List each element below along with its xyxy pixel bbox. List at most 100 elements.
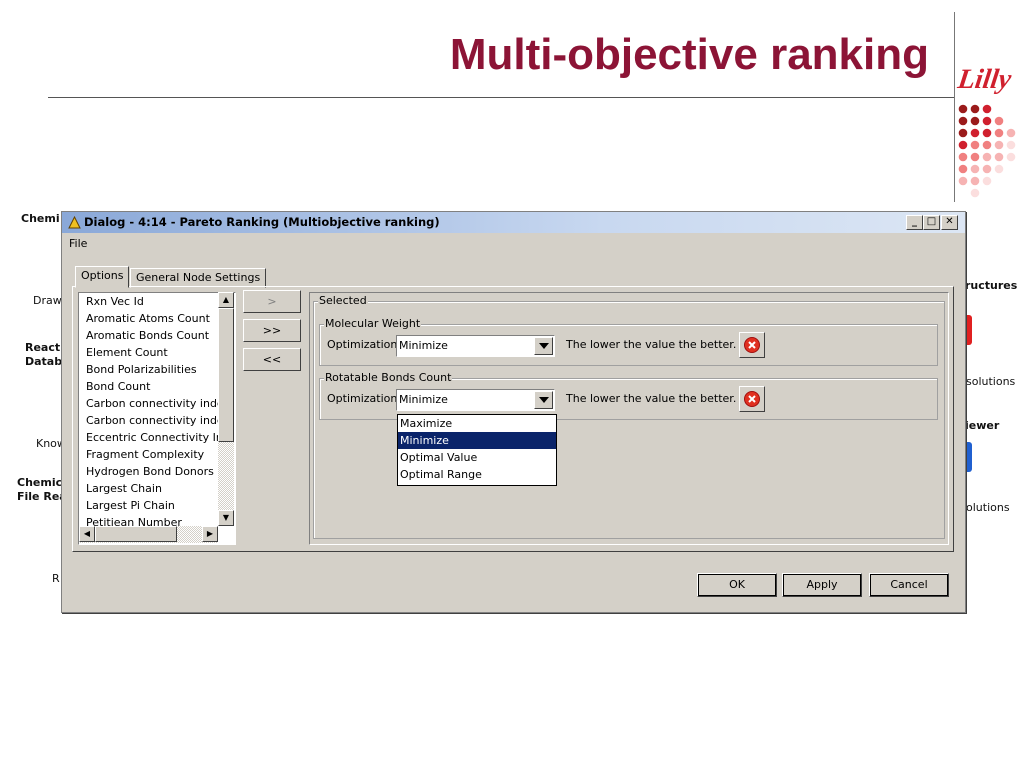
optimization-label: Optimization (327, 392, 398, 405)
list-item[interactable]: Hydrogen Bond Donors (86, 463, 214, 480)
close-button[interactable]: ✕ (941, 215, 958, 230)
logo-dot (970, 152, 980, 162)
optimization-hint: The lower the value the better. (566, 392, 737, 405)
objective-name: Molecular Weight (324, 317, 422, 330)
list-item[interactable]: Element Count (86, 344, 168, 361)
vertical-divider (954, 12, 955, 202)
logo-dot (994, 116, 1004, 126)
minimize-button[interactable]: _ (906, 215, 923, 230)
list-item[interactable]: Bond Polarizabilities (86, 361, 197, 378)
selected-label: Selected (318, 294, 368, 307)
tab-options[interactable]: Options (75, 266, 130, 288)
list-item[interactable]: Carbon connectivity index (86, 412, 230, 429)
remove-objective-button[interactable] (739, 386, 765, 412)
tab-general-node-settings[interactable]: General Node Settings (130, 268, 267, 288)
objective-molecular-weight: Molecular Weight Optimization Minimize T… (319, 317, 938, 366)
logo-dot (958, 152, 968, 162)
logo-dot (1006, 152, 1016, 162)
add-button[interactable]: > (243, 290, 301, 313)
logo-dot (994, 164, 1004, 174)
logo-dot (958, 176, 968, 186)
scroll-right-icon[interactable]: ▶ (202, 526, 218, 542)
maximize-button[interactable]: □ (923, 215, 940, 230)
optimization-dropdown-list[interactable]: Maximize Minimize Optimal Value Optimal … (397, 414, 557, 486)
objective-name: Rotatable Bonds Count (324, 371, 453, 384)
ok-button[interactable]: OK (697, 573, 777, 597)
list-item[interactable]: Eccentric Connectivity Inc (86, 429, 229, 446)
list-item[interactable]: Bond Count (86, 378, 150, 395)
optimization-select[interactable]: Minimize (396, 335, 555, 357)
scroll-down-icon[interactable]: ▼ (218, 510, 234, 526)
list-vertical-scrollbar[interactable]: ▲ ▼ (218, 292, 234, 526)
optimization-hint: The lower the value the better. (566, 338, 737, 351)
logo-dot (958, 164, 968, 174)
logo-dot (970, 104, 980, 114)
optimization-label: Optimization (327, 338, 398, 351)
scroll-up-icon[interactable]: ▲ (218, 292, 234, 308)
remove-icon (744, 337, 760, 353)
list-item[interactable]: Aromatic Atoms Count (86, 310, 210, 327)
remove-objective-button[interactable] (739, 332, 765, 358)
dropdown-option-optimal-range[interactable]: Optimal Range (398, 466, 556, 483)
logo-dot (970, 140, 980, 150)
scroll-thumb[interactable] (218, 308, 234, 442)
apply-button[interactable]: Apply (782, 573, 862, 597)
dialog-title: Dialog - 4:14 - Pareto Ranking (Multiobj… (84, 215, 440, 229)
bg-label-chemi: Chemi (21, 212, 60, 225)
optimization-value: Minimize (399, 339, 448, 352)
logo-dot (994, 152, 1004, 162)
logo-dot (994, 140, 1004, 150)
logo-dot (982, 152, 992, 162)
bg-label-structures: ructures (965, 279, 1018, 292)
dropdown-option-minimize[interactable]: Minimize (398, 432, 556, 449)
dialog-titlebar[interactable]: Dialog - 4:14 - Pareto Ranking (Multiobj… (62, 212, 965, 233)
bg-label-solutions-1: solutions (966, 375, 1016, 388)
dropdown-option-maximize[interactable]: Maximize (398, 415, 556, 432)
available-columns-list[interactable]: Rxn Vec Id Aromatic Atoms Count Aromatic B… (78, 292, 236, 545)
menu-file[interactable]: File (69, 237, 87, 250)
dropdown-option-optimal-value[interactable]: Optimal Value (398, 449, 556, 466)
bg-label-react: React (25, 341, 61, 354)
remove-all-button[interactable]: << (243, 348, 301, 371)
bg-label-r: R (52, 572, 60, 585)
chevron-down-icon[interactable] (534, 337, 553, 355)
logo-dot (970, 164, 980, 174)
lilly-logo: Lilly (955, 64, 1014, 95)
logo-dot (970, 176, 980, 186)
optimization-value: Minimize (399, 393, 448, 406)
bg-label-viewer: iewer (965, 419, 1000, 432)
list-item[interactable]: Carbon connectivity index (86, 395, 230, 412)
logo-dot (970, 128, 980, 138)
remove-icon (744, 391, 760, 407)
optimization-select[interactable]: Minimize (396, 389, 555, 411)
hscroll-thumb[interactable] (95, 526, 177, 542)
bg-label-datab: Datab (25, 355, 63, 368)
logo-dot (958, 116, 968, 126)
pareto-ranking-dialog: Dialog - 4:14 - Pareto Ranking (Multiobj… (61, 211, 966, 613)
list-item[interactable]: Largest Pi Chain (86, 497, 175, 514)
chevron-down-icon[interactable] (534, 391, 553, 409)
bg-label-draw: Draw (33, 294, 62, 307)
cancel-button[interactable]: Cancel (869, 573, 949, 597)
knime-app-icon (68, 216, 81, 229)
bg-label-file-rea: File Rea (17, 490, 67, 503)
logo-dot (958, 128, 968, 138)
logo-dot (982, 116, 992, 126)
logo-dot (994, 128, 1004, 138)
logo-dot (1006, 128, 1016, 138)
logo-dot (982, 164, 992, 174)
list-item[interactable]: Fragment Complexity (86, 446, 204, 463)
logo-dot (982, 128, 992, 138)
logo-dot (982, 140, 992, 150)
bg-label-solutions-2: olutions (966, 501, 1010, 514)
list-item[interactable]: Largest Chain (86, 480, 162, 497)
scroll-left-icon[interactable]: ◀ (79, 526, 95, 542)
logo-dot (958, 104, 968, 114)
logo-dot (970, 188, 980, 198)
logo-dot (970, 116, 980, 126)
logo-dot (1006, 140, 1016, 150)
add-all-button[interactable]: >> (243, 319, 301, 342)
list-item[interactable]: Rxn Vec Id (86, 293, 144, 310)
list-horizontal-scrollbar[interactable]: ◀ ▶ (79, 526, 218, 543)
list-item[interactable]: Aromatic Bonds Count (86, 327, 209, 344)
